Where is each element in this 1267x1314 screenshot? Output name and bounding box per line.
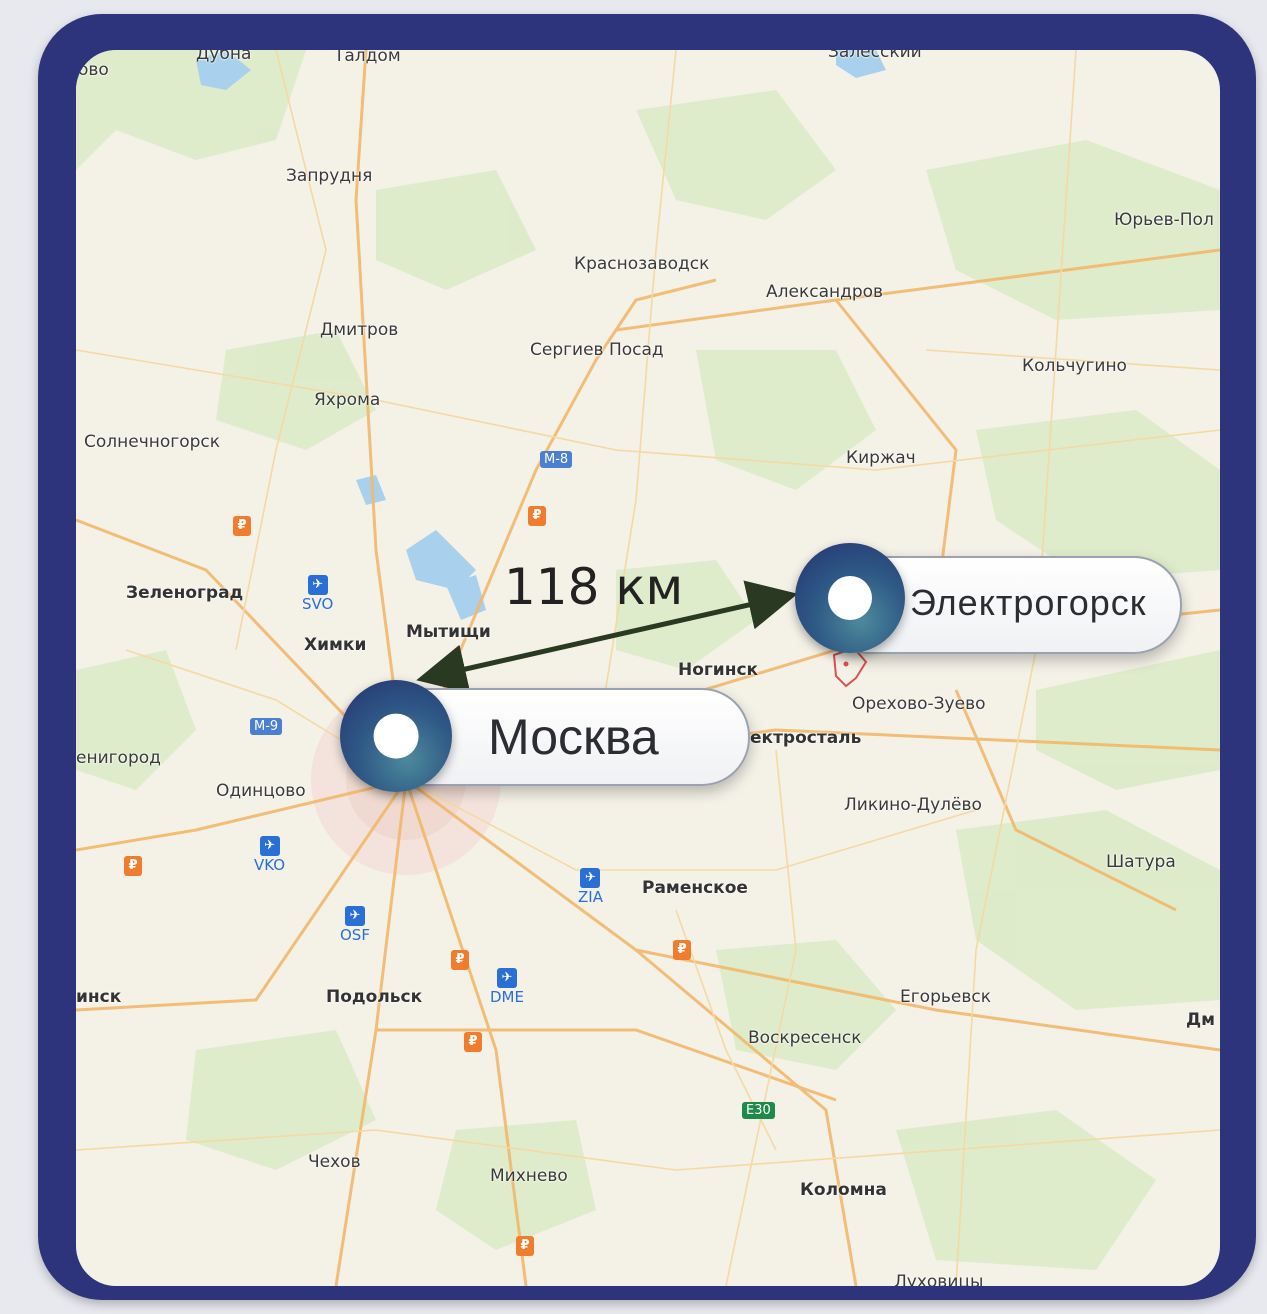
origin-pin-icon[interactable]	[340, 680, 452, 792]
distance-label: 118 км	[504, 558, 684, 616]
origin-name: Москва	[488, 709, 659, 765]
route-arrow	[416, 580, 798, 694]
destination-name: Электрогорск	[910, 582, 1147, 623]
destination-pin-icon[interactable]	[795, 543, 905, 653]
map-viewport[interactable]: Дубна Талдом Залесский ово Запрудня Юрье…	[76, 50, 1220, 1286]
